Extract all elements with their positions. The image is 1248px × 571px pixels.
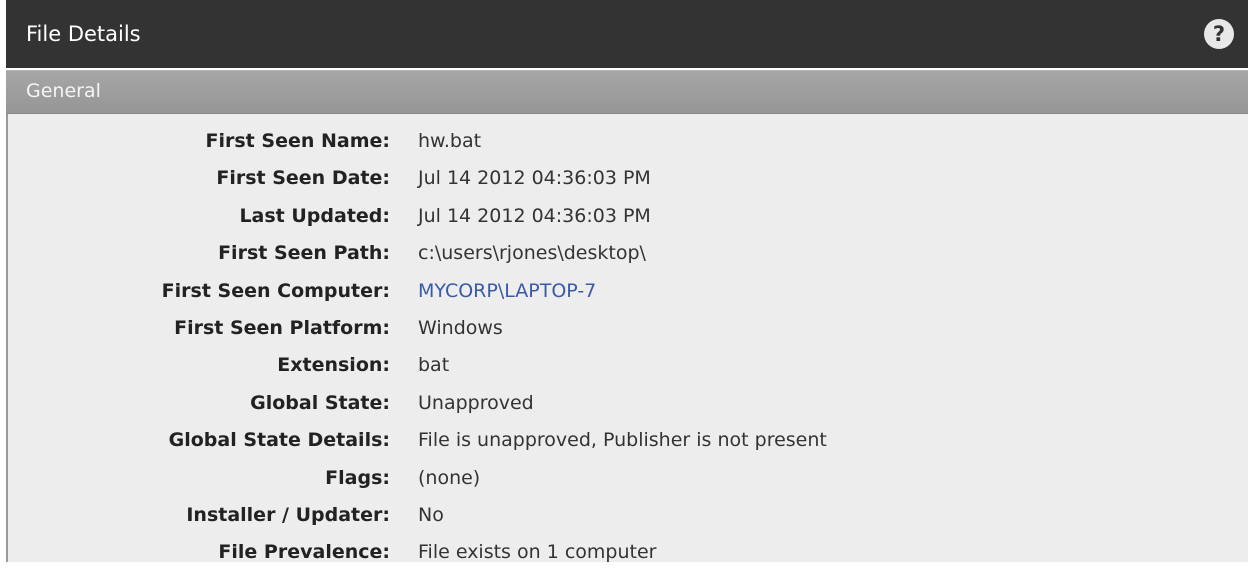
detail-value: bat bbox=[418, 354, 450, 376]
section-header-general[interactable]: General bbox=[6, 70, 1248, 114]
detail-value: Unapproved bbox=[418, 392, 534, 414]
detail-value: File exists on 1 computer bbox=[418, 541, 657, 563]
detail-label: First Seen Date: bbox=[216, 167, 390, 189]
detail-label: First Seen Name: bbox=[205, 130, 390, 152]
question-mark-icon[interactable]: ? bbox=[1204, 19, 1234, 49]
detail-label: First Seen Platform: bbox=[174, 317, 390, 339]
detail-row: First Seen Computer: MYCORP\LAPTOP-7 bbox=[8, 276, 1248, 310]
detail-value: No bbox=[418, 504, 444, 526]
detail-value: Jul 14 2012 04:36:03 PM bbox=[418, 205, 651, 227]
detail-row: First Seen Path: c:\users\rjones\desktop… bbox=[8, 238, 1248, 272]
file-details-panel: File Details ? General First Seen Name: … bbox=[0, 0, 1248, 563]
detail-label: Flags: bbox=[325, 467, 390, 489]
detail-row: First Seen Platform: Windows bbox=[8, 313, 1248, 347]
detail-label: First Seen Path: bbox=[218, 242, 390, 264]
details-list: First Seen Name: hw.bat First Seen Date:… bbox=[6, 114, 1248, 563]
detail-row: Last Updated: Jul 14 2012 04:36:03 PM bbox=[8, 201, 1248, 235]
detail-row: Installer / Updater: No bbox=[8, 500, 1248, 534]
detail-label: Last Updated: bbox=[239, 205, 390, 227]
title-bar: File Details ? bbox=[6, 0, 1248, 68]
detail-label: Installer / Updater: bbox=[186, 504, 390, 526]
detail-label: File Prevalence: bbox=[218, 541, 390, 563]
detail-row: Global State Details: File is unapproved… bbox=[8, 425, 1248, 459]
detail-label: First Seen Computer: bbox=[161, 280, 390, 302]
detail-row: First Seen Date: Jul 14 2012 04:36:03 PM bbox=[8, 163, 1248, 197]
detail-row: First Seen Name: hw.bat bbox=[8, 126, 1248, 160]
detail-label: Global State: bbox=[250, 392, 390, 414]
detail-row: Global State: Unapproved bbox=[8, 388, 1248, 422]
detail-row: Flags: (none) bbox=[8, 463, 1248, 497]
detail-value: File is unapproved, Publisher is not pre… bbox=[418, 429, 827, 451]
detail-value: Jul 14 2012 04:36:03 PM bbox=[418, 167, 651, 189]
computer-link[interactable]: MYCORP\LAPTOP-7 bbox=[418, 280, 596, 302]
page-title: File Details bbox=[26, 22, 141, 46]
detail-row: Extension: bat bbox=[8, 350, 1248, 384]
detail-row: File Prevalence: File exists on 1 comput… bbox=[8, 537, 1248, 571]
detail-value: (none) bbox=[418, 467, 481, 489]
detail-value: c:\users\rjones\desktop\ bbox=[418, 242, 646, 264]
detail-label: Global State Details: bbox=[168, 429, 390, 451]
detail-label: Extension: bbox=[277, 354, 390, 376]
detail-value: hw.bat bbox=[418, 130, 482, 152]
detail-value: Windows bbox=[418, 317, 503, 339]
section-label: General bbox=[26, 80, 101, 102]
